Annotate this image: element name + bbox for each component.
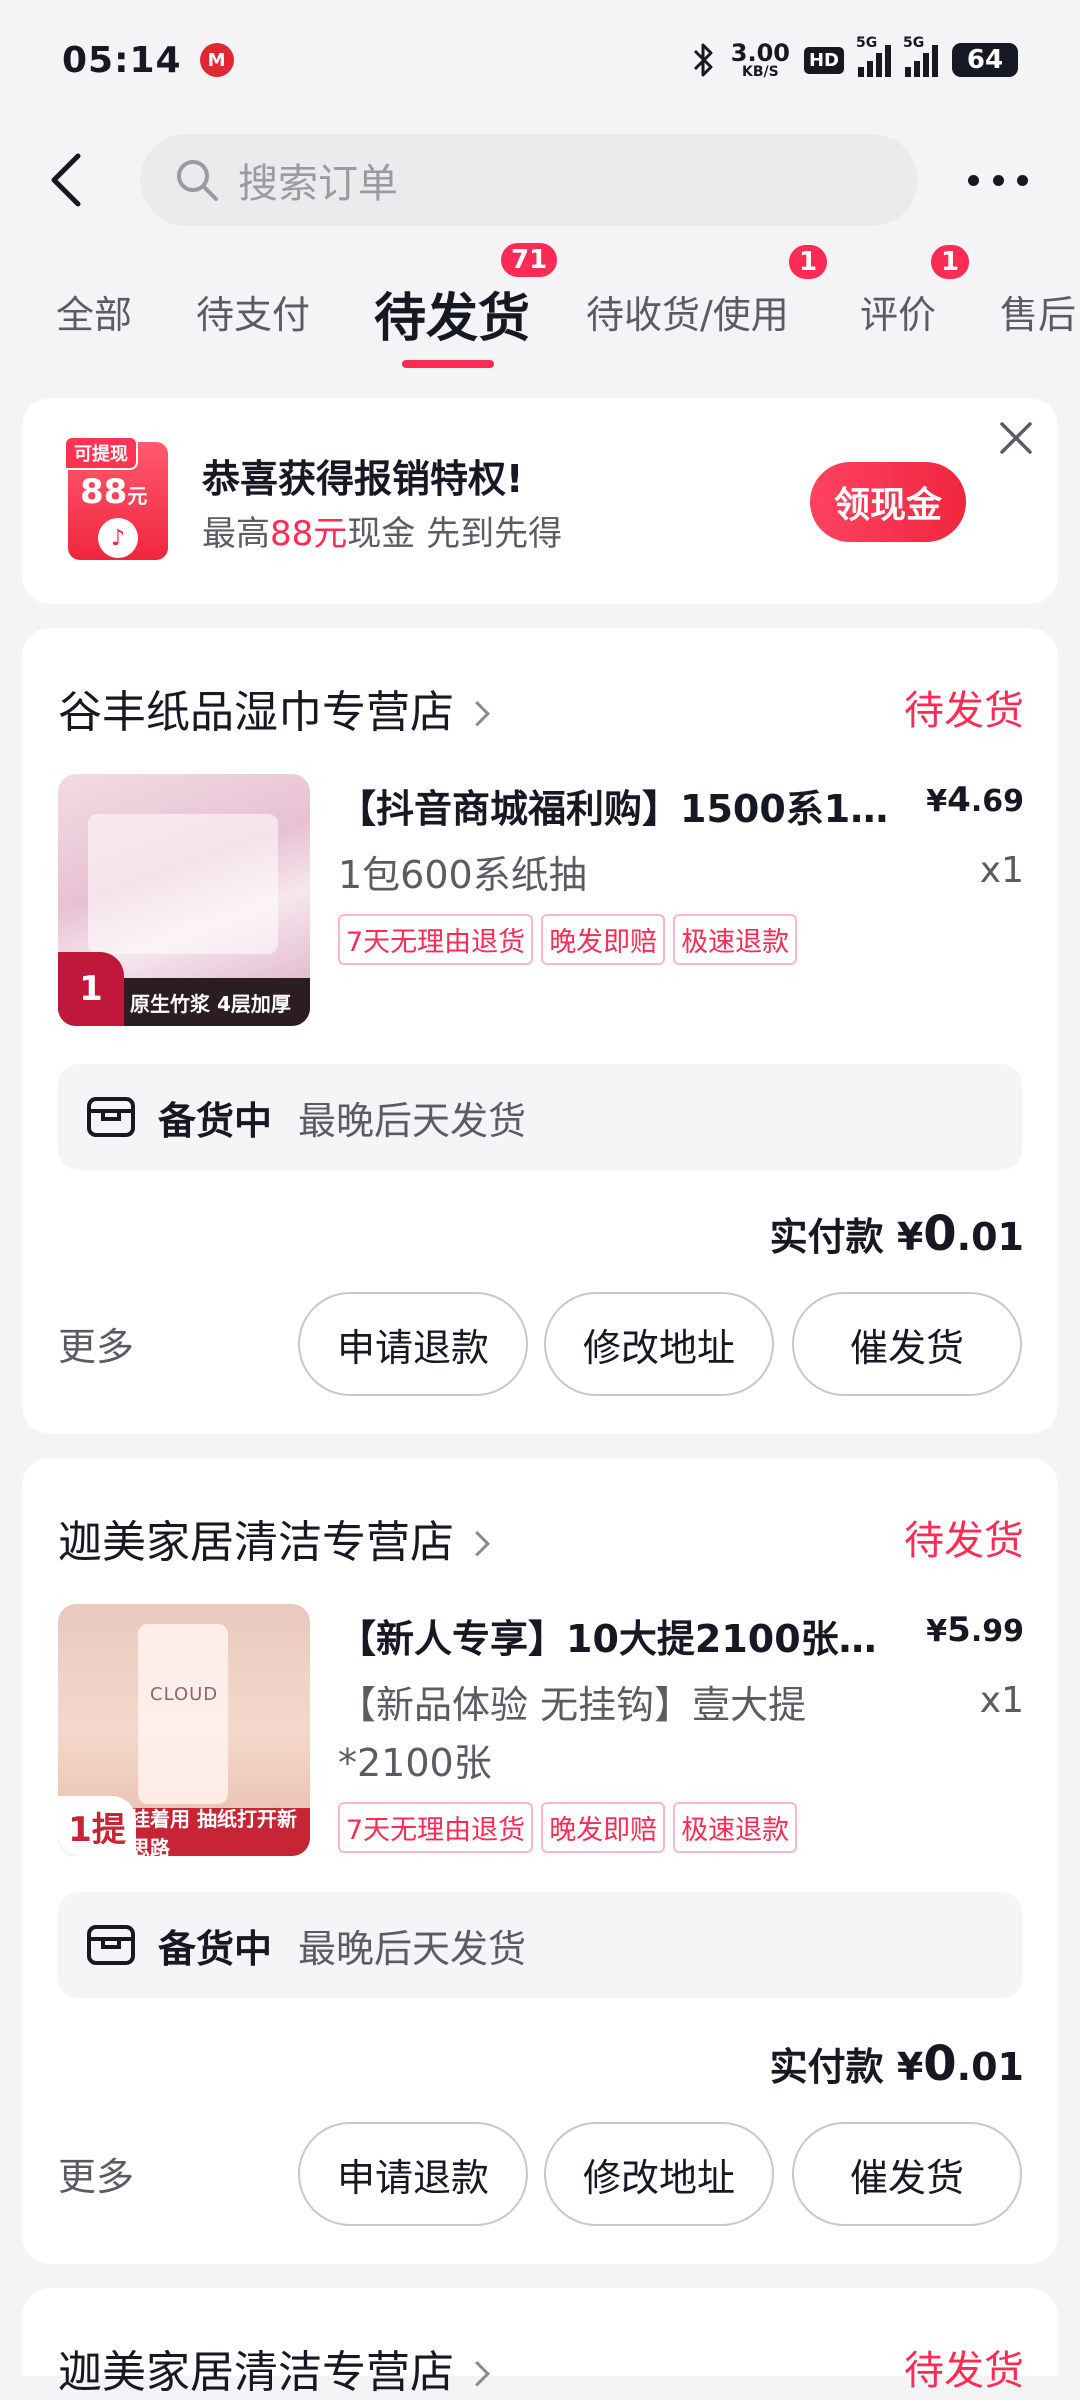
ship-status: 备货中: [158, 1926, 273, 1971]
product-price: ¥4.69: [926, 780, 1024, 820]
service-tag: 极速退款: [673, 1802, 798, 1853]
chevron-right-icon: [464, 1531, 490, 1557]
status-right: 3.00 KB/S HD 5G 5G 64: [691, 35, 1018, 80]
claim-cash-button[interactable]: 领现金: [810, 462, 966, 542]
tab-review[interactable]: 评价: [860, 284, 936, 339]
red-envelope-icon: 可提现 88元 ♪: [64, 436, 168, 560]
service-tags: 7天无理由退货 晚发即赔 极速退款: [338, 1802, 798, 1853]
request-refund-button[interactable]: 申请退款: [298, 1292, 528, 1396]
service-tag: 极速退款: [673, 914, 798, 965]
promo-close-button[interactable]: [996, 418, 1036, 458]
chevron-right-icon: [464, 701, 490, 727]
bluetooth-icon: [693, 43, 713, 77]
store-name-link[interactable]: 迦美家居清洁专营店: [58, 2336, 490, 2400]
signal-icon-2: 5G: [903, 35, 938, 77]
tab-pending-receipt-badge: 1: [786, 242, 831, 282]
package-icon: [87, 1925, 135, 1965]
status-bar: 05:14 M 3.00 KB/S HD 5G 5G 64: [0, 0, 1080, 120]
product-quantity: x1: [979, 850, 1024, 891]
shipping-status-bar[interactable]: 备货中 最晚后天发货: [58, 1064, 1022, 1170]
order-tabs: 全部 待支付 待发货 71 待收货/使用 1 评价 1 售后: [0, 240, 1080, 380]
order-card: 迦美家居清洁专营店 待发货: [22, 2288, 1058, 2398]
tab-all[interactable]: 全部: [56, 284, 132, 339]
product-price: ¥5.99: [926, 1610, 1024, 1650]
chevron-right-icon: [464, 2361, 490, 2387]
battery-icon: 64: [952, 43, 1018, 77]
more-options-button[interactable]: [968, 162, 1028, 198]
hd-badge: HD: [803, 46, 844, 74]
order-status: 待发货: [904, 1518, 1024, 1564]
product-title[interactable]: 【新人专享】10大提2100张【新品体验 无挂钩】壹大提: [338, 1608, 908, 1663]
back-button[interactable]: [40, 150, 100, 210]
change-address-button[interactable]: 修改地址: [544, 1292, 774, 1396]
package-icon: [87, 1097, 135, 1137]
shipping-status-bar[interactable]: 备货中 最晚后天发货: [58, 1892, 1022, 1998]
tab-pending-receipt[interactable]: 待收货/使用: [586, 284, 789, 339]
urge-shipment-button[interactable]: 催发货: [792, 1292, 1022, 1396]
douyin-icon: ♪: [98, 518, 138, 558]
more-link[interactable]: 更多: [58, 2146, 134, 2201]
ship-note: 最晚后天发货: [298, 1926, 527, 1971]
order-status: 待发货: [904, 2348, 1024, 2394]
product-spec: 【新品体验 无挂钩】壹大提*2100张: [338, 1683, 807, 1785]
status-time: 05:14: [62, 39, 182, 81]
paid-amount: 实付款 ¥0.01: [769, 2036, 1024, 2092]
order-card: 谷丰纸品湿巾专营店 待发货 原生竹浆 4层加厚 1 【抖音商城福利购】1500系…: [22, 628, 1058, 1434]
order-status: 待发货: [904, 688, 1024, 734]
search-placeholder: 搜索订单: [238, 161, 398, 207]
promo-banner[interactable]: 可提现 88元 ♪ 恭喜获得报销特权! 最高88元现金 先到先得 领现金: [22, 398, 1058, 604]
ship-note: 最晚后天发货: [298, 1098, 527, 1143]
header: 搜索订单: [0, 132, 1080, 228]
product-quantity: x1: [979, 1680, 1024, 1721]
change-address-button[interactable]: 修改地址: [544, 2122, 774, 2226]
store-name-link[interactable]: 迦美家居清洁专营店: [58, 1506, 490, 1570]
urge-shipment-button[interactable]: 催发货: [792, 2122, 1022, 2226]
product-spec: 1包600系纸抽: [338, 853, 587, 897]
search-icon: [177, 160, 218, 201]
order-card: 迦美家居清洁专营店 待发货 CLOUD 挂着用 抽纸打开新思路 1提 【新人专享…: [22, 1458, 1058, 2264]
request-refund-button[interactable]: 申请退款: [298, 2122, 528, 2226]
service-tags: 7天无理由退货 晚发即赔 极速退款: [338, 914, 798, 965]
promo-subtitle: 最高88元现金 先到先得: [202, 514, 563, 554]
more-link[interactable]: 更多: [58, 1316, 134, 1371]
tab-review-badge: 1: [928, 242, 973, 282]
product-image[interactable]: CLOUD 挂着用 抽纸打开新思路 1提: [58, 1604, 310, 1856]
product-image[interactable]: 原生竹浆 4层加厚 1: [58, 774, 310, 1026]
service-tag: 晚发即赔: [541, 914, 666, 965]
service-tag: 晚发即赔: [541, 1802, 666, 1853]
tab-pending-shipment[interactable]: 待发货: [374, 276, 530, 351]
tab-after-sales[interactable]: 售后: [1000, 284, 1076, 339]
tab-pending-shipment-badge: 71: [498, 240, 561, 280]
app-notification-icon: M: [199, 43, 234, 77]
chevron-left-icon: [51, 153, 81, 207]
close-icon: [1000, 422, 1032, 454]
net-speed: 3.00 KB/S: [730, 39, 790, 80]
store-name-link[interactable]: 谷丰纸品湿巾专营店: [58, 676, 490, 740]
active-tab-indicator: [402, 360, 494, 368]
service-tag: 7天无理由退货: [338, 1802, 534, 1853]
paid-amount: 实付款 ¥0.01: [769, 1206, 1024, 1262]
product-title[interactable]: 【抖音商城福利购】1500系1包600系纸抽: [338, 778, 908, 833]
tab-pending-payment[interactable]: 待支付: [196, 284, 310, 339]
promo-title: 恭喜获得报销特权!: [202, 457, 524, 501]
product-package-graphic: [138, 1624, 228, 1804]
search-input[interactable]: 搜索订单: [140, 134, 918, 226]
product-package-graphic: [88, 814, 278, 954]
more-dots-icon: [968, 174, 979, 186]
service-tag: 7天无理由退货: [338, 914, 534, 965]
signal-icon-1: 5G: [856, 35, 891, 77]
ship-status: 备货中: [158, 1098, 273, 1143]
